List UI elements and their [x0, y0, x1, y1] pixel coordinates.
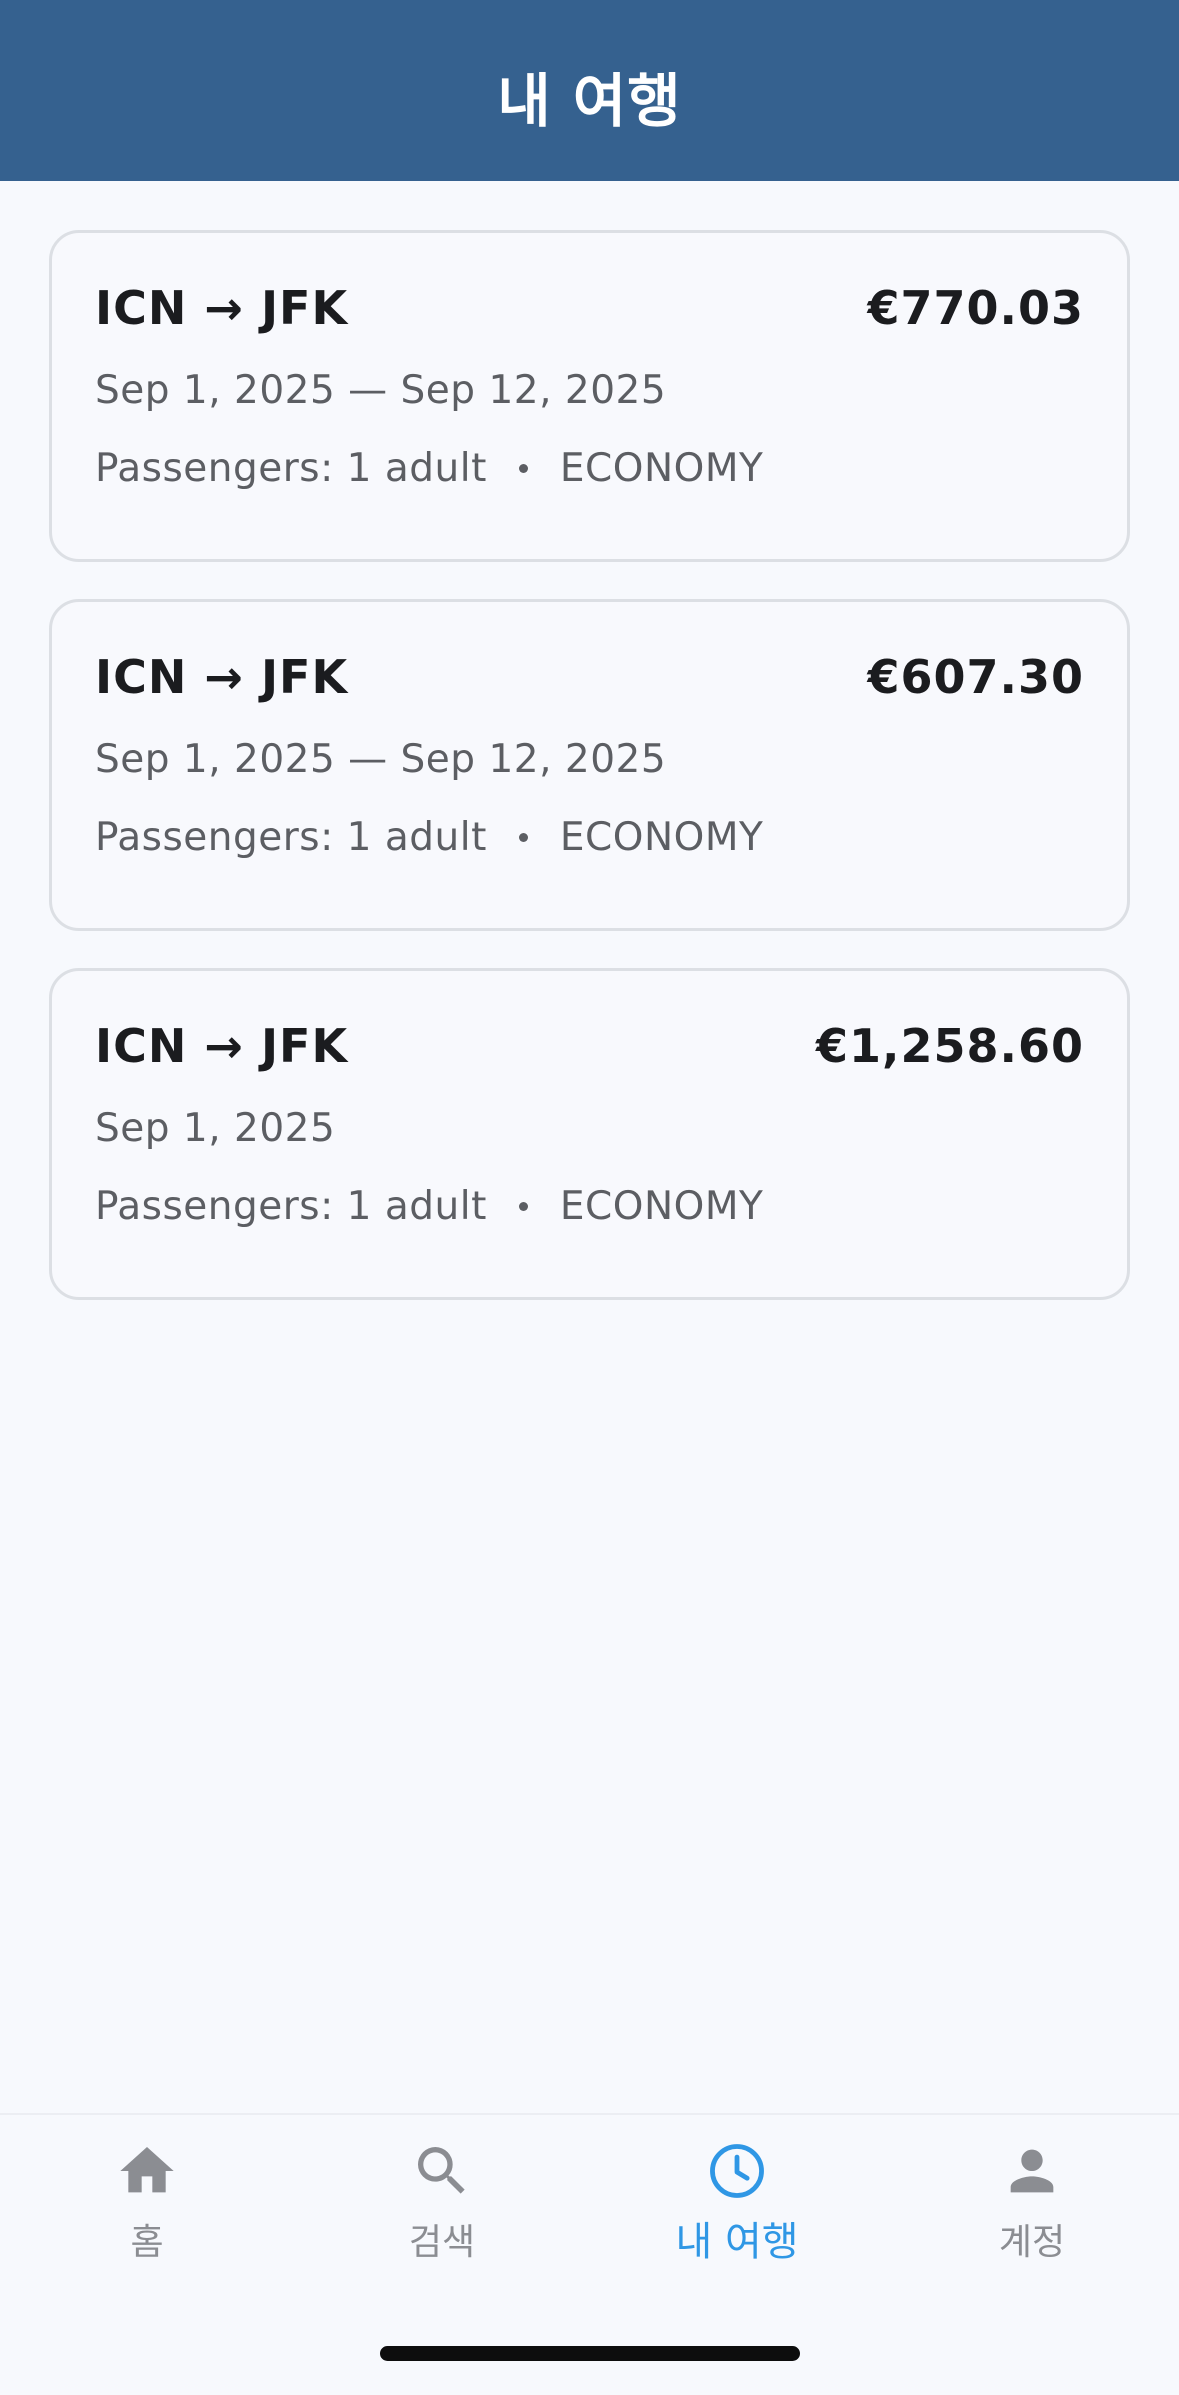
- tab-my-trips[interactable]: 내 여행: [627, 2139, 847, 2279]
- tab-account[interactable]: 계정: [922, 2139, 1142, 2279]
- trip-meta: Passengers: 1 adult ECONOMY: [95, 815, 763, 860]
- trip-passengers: Passengers: 1 adult: [95, 446, 487, 491]
- tab-search[interactable]: 검색: [332, 2139, 552, 2279]
- clock-icon: [705, 2139, 769, 2203]
- trip-route: ICN → JFK: [95, 1019, 349, 1073]
- separator-dot: [518, 1202, 528, 1211]
- trip-meta: Passengers: 1 adult ECONOMY: [95, 1184, 763, 1229]
- trip-card[interactable]: ICN → JFK €1,258.60 Sep 1, 2025 Passenge…: [49, 968, 1130, 1300]
- trip-route: ICN → JFK: [95, 281, 349, 335]
- tab-my-trips-label: 내 여행: [675, 2219, 799, 2265]
- trip-cabin-class: ECONOMY: [559, 446, 764, 491]
- trip-passengers: Passengers: 1 adult: [95, 815, 487, 860]
- page-title: 내 여행: [497, 66, 682, 135]
- tab-account-label: 계정: [998, 2222, 1066, 2263]
- trip-price: €770.03: [867, 281, 1084, 335]
- home-icon: [115, 2139, 179, 2203]
- trip-passengers: Passengers: 1 adult: [95, 1184, 487, 1229]
- trip-dates: Sep 1, 2025: [95, 1106, 336, 1151]
- separator-dot: [518, 833, 528, 842]
- tab-search-label: 검색: [408, 2222, 476, 2263]
- trip-route: ICN → JFK: [95, 650, 349, 704]
- person-icon: [1000, 2139, 1064, 2203]
- trip-price: €607.30: [867, 650, 1084, 704]
- tab-home-label: 홈: [130, 2222, 164, 2263]
- trip-list: ICN → JFK €770.03 Sep 1, 2025 — Sep 12, …: [49, 230, 1130, 1337]
- separator-dot: [518, 464, 528, 473]
- trip-dates: Sep 1, 2025 — Sep 12, 2025: [95, 368, 667, 413]
- trip-meta: Passengers: 1 adult ECONOMY: [95, 446, 763, 491]
- home-indicator[interactable]: [380, 2346, 800, 2361]
- trip-dates: Sep 1, 2025 — Sep 12, 2025: [95, 737, 667, 782]
- trip-card[interactable]: ICN → JFK €607.30 Sep 1, 2025 — Sep 12, …: [49, 599, 1130, 931]
- trip-cabin-class: ECONOMY: [559, 1184, 764, 1229]
- trip-price: €1,258.60: [816, 1019, 1084, 1073]
- search-icon: [410, 2139, 474, 2203]
- trip-card[interactable]: ICN → JFK €770.03 Sep 1, 2025 — Sep 12, …: [49, 230, 1130, 562]
- app-bar: 내 여행: [0, 0, 1179, 181]
- tab-home[interactable]: 홈: [37, 2139, 257, 2279]
- trip-cabin-class: ECONOMY: [559, 815, 764, 860]
